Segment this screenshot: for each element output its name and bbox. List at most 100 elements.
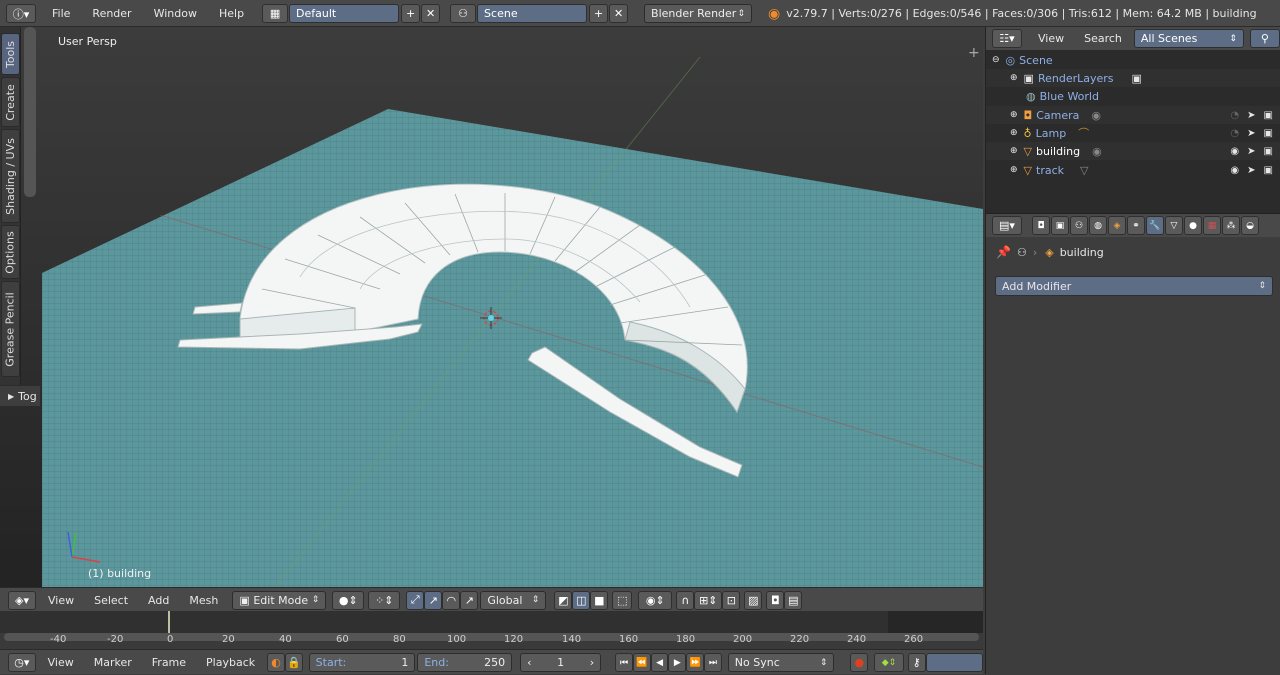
outliner-row-scene[interactable]: ⊖ ◎ Scene [986, 51, 1280, 69]
scale-toggle[interactable]: ↗ [460, 590, 479, 610]
current-frame-marker[interactable] [168, 611, 170, 633]
play-reverse-button[interactable]: ◀ [650, 653, 669, 672]
opengl-render-button[interactable]: ▨ [744, 590, 763, 610]
outliner-filter-select[interactable]: All Scenes ⇕ [1133, 29, 1244, 48]
properties-panel[interactable]: ▤▾ ◘ ▣ ⚇ ◍ ◈ ⚭ 🔧 ▽ ● ▦ ⁂ ◒ 📌 ⚇ › ◈ build… [985, 213, 1280, 674]
toggle-panel[interactable]: ▶ Tog [0, 386, 40, 406]
play-button[interactable]: ▶ [668, 653, 687, 672]
delete-screen-button[interactable]: ✕ [421, 4, 441, 23]
object-context-button[interactable]: ◈ [1108, 216, 1126, 235]
end-frame-field[interactable]: End: 250 [417, 653, 513, 672]
tab-shading-uvs[interactable]: Shading / UVs [1, 129, 20, 223]
eye-icon[interactable]: ◉ [1230, 146, 1239, 157]
editor-type-button[interactable]: ☷▾ [992, 29, 1022, 48]
world-context-button[interactable]: ◍ [1089, 216, 1107, 235]
render-icon[interactable]: ▣ [1264, 165, 1273, 176]
scene-icon-button[interactable]: ⚇ [450, 4, 477, 23]
outliner-search-button[interactable]: ⚲ [1249, 29, 1280, 48]
particles-context-button[interactable]: ⁂ [1222, 216, 1240, 235]
editor-type-button[interactable]: ◈▾ [8, 590, 36, 610]
outliner-row-building[interactable]: ⊕ ▽ building ◉ ◉ ➤ ▣ [986, 142, 1280, 160]
insert-keyframe-button[interactable]: ⚷ [907, 653, 926, 672]
rotate-toggle[interactable]: ◠ [442, 590, 461, 610]
menu-search[interactable]: Search [1076, 32, 1130, 45]
render-context-button[interactable]: ◘ [1032, 216, 1050, 235]
material-context-button[interactable]: ● [1184, 216, 1202, 235]
physics-context-button[interactable]: ◒ [1241, 216, 1259, 235]
editor-type-button[interactable]: ▤▾ [992, 216, 1022, 235]
outliner-row-renderlayers[interactable]: ⊕ ▣ RenderLayers ▣ [986, 69, 1280, 87]
menu-mesh[interactable]: Mesh [181, 594, 226, 607]
eye-hidden-icon[interactable]: ◔ [1230, 110, 1239, 121]
snap-toggle[interactable]: ∩ [676, 590, 695, 610]
camera-render-button[interactable]: ◘ [766, 590, 785, 610]
screen-layout-icon-button[interactable]: ▦ [262, 4, 289, 23]
outliner-panel[interactable]: ☷▾ View Search All Scenes ⇕ ⚲ ⊖ ◎ Scene … [985, 27, 1280, 213]
render-layers-context-button[interactable]: ▣ [1051, 216, 1069, 235]
manipulator-toggle[interactable]: ⤢ [406, 590, 425, 610]
eye-icon[interactable]: ◉ [1230, 165, 1239, 176]
tab-grease-pencil[interactable]: Grease Pencil [1, 281, 20, 377]
start-frame-field[interactable]: Start: 1 [308, 653, 416, 672]
mode-select[interactable]: ▣ Edit Mode ⇕ [232, 590, 327, 610]
jump-keyframe-back-button[interactable]: ⏪ [632, 653, 651, 672]
menu-render[interactable]: Render [84, 7, 139, 20]
tool-shelf-scrollbar[interactable] [24, 27, 36, 197]
menu-playback[interactable]: Playback [198, 656, 263, 669]
jump-keyframe-forward-button[interactable]: ⏩ [686, 653, 705, 672]
snap-target-button[interactable]: ⊡ [722, 590, 741, 610]
tab-options[interactable]: Options [1, 225, 20, 279]
editor-type-info-button[interactable]: ⓘ▾ [6, 4, 36, 23]
tab-create[interactable]: Create [1, 77, 20, 127]
active-keying-set-field[interactable] [925, 653, 983, 672]
timeline-area[interactable]: -40 -20 0 20 40 60 80 100 120 140 160 18… [0, 611, 983, 649]
preview-range-button[interactable]: ◐ [267, 653, 285, 672]
screen-layout-field[interactable]: Default [289, 4, 400, 23]
pivot-select[interactable]: ⁘⇕ [368, 590, 401, 610]
cursor-icon[interactable]: ➤ [1247, 146, 1255, 157]
menu-select[interactable]: Select [86, 594, 136, 607]
expand-icon[interactable]: ⊕ [1010, 165, 1018, 175]
editor-type-button[interactable]: ◷▾ [8, 653, 36, 672]
animation-render-button[interactable]: ▤ [784, 590, 803, 610]
limit-selection-button[interactable]: ⬚ [612, 590, 633, 610]
tab-tools[interactable]: Tools [1, 33, 20, 75]
scene-field[interactable]: Scene [477, 4, 588, 23]
region-expand-icon[interactable]: + [968, 45, 980, 61]
outliner-row-world[interactable]: ◍ Blue World [986, 87, 1280, 105]
delete-scene-button[interactable]: ✕ [609, 4, 629, 23]
menu-view[interactable]: View [40, 656, 82, 669]
outliner-row-camera[interactable]: ⊕ ◘ Camera ◉ ◔ ➤ ▣ [986, 106, 1280, 124]
expand-icon[interactable]: ⊕ [1010, 128, 1018, 138]
render-engine-select[interactable]: Blender Render ⇕ [644, 4, 753, 23]
orientation-select[interactable]: Global ⇕ [480, 590, 547, 610]
constraints-context-button[interactable]: ⚭ [1127, 216, 1145, 235]
face-select-button[interactable]: ■ [590, 590, 609, 610]
viewport-scene[interactable] [0, 27, 983, 587]
render-icon[interactable]: ▣ [1264, 146, 1273, 157]
cursor-icon[interactable]: ➤ [1247, 110, 1255, 121]
jump-end-button[interactable]: ⏭ [704, 653, 722, 672]
expand-icon[interactable]: ⊕ [1010, 110, 1018, 120]
pin-icon[interactable]: 📌 [996, 245, 1011, 259]
add-modifier-dropdown[interactable]: Add Modifier ⇕ [995, 276, 1273, 296]
texture-context-button[interactable]: ▦ [1203, 216, 1221, 235]
menu-add[interactable]: Add [140, 594, 177, 607]
cursor-icon[interactable]: ➤ [1247, 128, 1255, 139]
cursor-icon[interactable]: ➤ [1247, 165, 1255, 176]
sync-select[interactable]: No Sync ⇕ [727, 653, 835, 672]
jump-start-button[interactable]: ⏮ [615, 653, 633, 672]
keying-set-button[interactable]: ◆⇕ [874, 653, 904, 672]
menu-marker[interactable]: Marker [86, 656, 140, 669]
snap-element-select[interactable]: ⊞⇕ [694, 590, 723, 610]
lock-range-button[interactable]: 🔒 [284, 653, 303, 672]
add-screen-button[interactable]: + [401, 4, 421, 23]
collapse-icon[interactable]: ⊖ [992, 55, 1000, 65]
menu-frame[interactable]: Frame [144, 656, 194, 669]
outliner-row-track[interactable]: ⊕ ▽ track ▽ ◉ ➤ ▣ [986, 161, 1280, 179]
menu-view[interactable]: View [1030, 32, 1072, 45]
timeline-strip[interactable] [0, 611, 983, 633]
translate-toggle[interactable]: ↗ [424, 590, 443, 610]
record-button[interactable]: ● [850, 653, 869, 672]
menu-window[interactable]: Window [146, 7, 205, 20]
